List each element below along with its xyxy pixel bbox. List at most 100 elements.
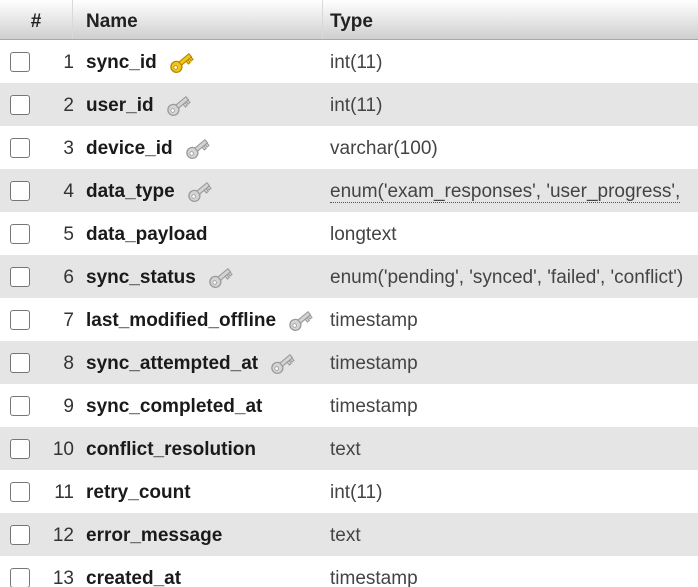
table-row: 9 sync_completed_at timestamp — [0, 384, 698, 427]
column-header-name[interactable]: Name — [86, 0, 138, 39]
column-header-number[interactable]: # — [0, 0, 72, 39]
field-name: sync_id — [86, 40, 195, 85]
row-checkbox[interactable] — [10, 95, 30, 115]
field-name: sync_completed_at — [86, 384, 262, 429]
table-row: 2 user_id int(11) — [0, 83, 698, 126]
row-checkbox[interactable] — [10, 267, 30, 287]
row-number: 10 — [52, 439, 74, 460]
field-type-label: enum('pending', 'synced', 'failed', 'con… — [330, 267, 684, 288]
index-key-icon — [185, 177, 213, 203]
table-row: 11 retry_count int(11) — [0, 470, 698, 513]
field-name: created_at — [86, 556, 181, 587]
field-type-label: int(11) — [330, 52, 383, 73]
field-name-label[interactable]: created_at — [86, 568, 181, 587]
row-number: 2 — [63, 95, 74, 116]
field-name-label[interactable]: user_id — [86, 95, 154, 116]
field-name-label[interactable]: last_modified_offline — [86, 310, 276, 331]
field-name: sync_status — [86, 255, 234, 300]
field-type: varchar(100) — [330, 126, 438, 171]
table-row: 6 sync_status enum('pending', 'synced', 'f… — [0, 255, 698, 298]
field-name-label[interactable]: conflict_resolution — [86, 439, 256, 460]
row-checkbox[interactable] — [10, 396, 30, 416]
row-checkbox[interactable] — [10, 482, 30, 502]
table-body: 1 sync_id int(11) 2 user_id int(11) 3 device_id… — [0, 40, 698, 587]
table-row: 5 data_payload longtext — [0, 212, 698, 255]
field-type: longtext — [330, 212, 397, 257]
index-key-icon — [164, 91, 192, 117]
table-row: 13 created_at timestamp — [0, 556, 698, 587]
field-name: error_message — [86, 513, 222, 558]
field-name: data_payload — [86, 212, 207, 257]
table-row: 3 device_id varchar(100) — [0, 126, 698, 169]
field-name: device_id — [86, 126, 211, 171]
field-name: retry_count — [86, 470, 191, 515]
field-type-label: text — [330, 525, 361, 546]
row-checkbox[interactable] — [10, 224, 30, 244]
index-key-icon — [206, 263, 234, 289]
table-row: 10 conflict_resolution text — [0, 427, 698, 470]
field-type: text — [330, 427, 361, 472]
row-number: 1 — [63, 52, 74, 73]
index-key-icon — [286, 306, 314, 332]
table-row: 1 sync_id int(11) — [0, 40, 698, 83]
primary-key-icon — [167, 48, 195, 74]
table-header: # Name Type — [0, 0, 698, 40]
field-name-label[interactable]: retry_count — [86, 482, 191, 503]
field-name-label[interactable]: error_message — [86, 525, 222, 546]
column-divider — [72, 0, 73, 39]
column-divider — [322, 0, 323, 39]
field-type: timestamp — [330, 556, 418, 587]
field-type: enum('exam_responses', 'user_progress', — [330, 169, 681, 214]
field-name: sync_attempted_at — [86, 341, 296, 386]
table-row: 7 last_modified_offline timestamp — [0, 298, 698, 341]
row-checkbox[interactable] — [10, 568, 30, 587]
field-type-label: text — [330, 439, 361, 460]
column-header-type[interactable]: Type — [330, 0, 373, 39]
row-checkbox[interactable] — [10, 181, 30, 201]
row-number: 13 — [52, 568, 74, 587]
field-name-label[interactable]: data_payload — [86, 224, 207, 245]
field-type: timestamp — [330, 341, 418, 386]
field-type: int(11) — [330, 470, 382, 515]
row-checkbox[interactable] — [10, 310, 30, 330]
row-number: 6 — [63, 267, 74, 288]
row-number: 3 — [63, 138, 74, 159]
field-type: text — [330, 513, 361, 558]
field-type-label: timestamp — [330, 396, 418, 417]
field-type: int(11) — [330, 83, 382, 128]
field-type: int(11) — [330, 40, 382, 85]
row-checkbox[interactable] — [10, 353, 30, 373]
field-name-label[interactable]: data_type — [86, 181, 175, 202]
row-number: 9 — [63, 396, 74, 417]
row-number: 7 — [63, 310, 74, 331]
row-checkbox[interactable] — [10, 439, 30, 459]
field-type: enum('pending', 'synced', 'failed', 'con… — [330, 255, 683, 300]
row-number: 5 — [63, 224, 74, 245]
field-name-label[interactable]: sync_completed_at — [86, 396, 262, 417]
field-type-label: timestamp — [330, 568, 418, 587]
index-key-icon — [268, 349, 296, 375]
field-type-label: timestamp — [330, 353, 418, 374]
field-type: timestamp — [330, 384, 418, 429]
field-name-label[interactable]: device_id — [86, 138, 173, 159]
field-name: last_modified_offline — [86, 298, 314, 343]
index-key-icon — [183, 134, 211, 160]
row-number: 4 — [63, 181, 74, 202]
row-checkbox[interactable] — [10, 525, 30, 545]
row-checkbox[interactable] — [10, 52, 30, 72]
field-name-label[interactable]: sync_attempted_at — [86, 353, 258, 374]
field-name: user_id — [86, 83, 192, 128]
table-row: 4 data_type enum('exam_responses', 'user_p… — [0, 169, 698, 212]
field-name: conflict_resolution — [86, 427, 256, 472]
field-name-label[interactable]: sync_id — [86, 52, 157, 73]
field-type-label: varchar(100) — [330, 138, 438, 159]
field-name-label[interactable]: sync_status — [86, 267, 196, 288]
row-number: 11 — [54, 482, 74, 503]
row-number: 12 — [52, 525, 74, 546]
field-type-label: longtext — [330, 224, 397, 245]
structure-table: # Name Type 1 sync_id int(11) 2 user_id int(1… — [0, 0, 698, 587]
row-checkbox[interactable] — [10, 138, 30, 158]
table-row: 8 sync_attempted_at timestamp — [0, 341, 698, 384]
field-type-label: enum('exam_responses', 'user_progress', — [330, 181, 681, 203]
field-name: data_type — [86, 169, 213, 214]
